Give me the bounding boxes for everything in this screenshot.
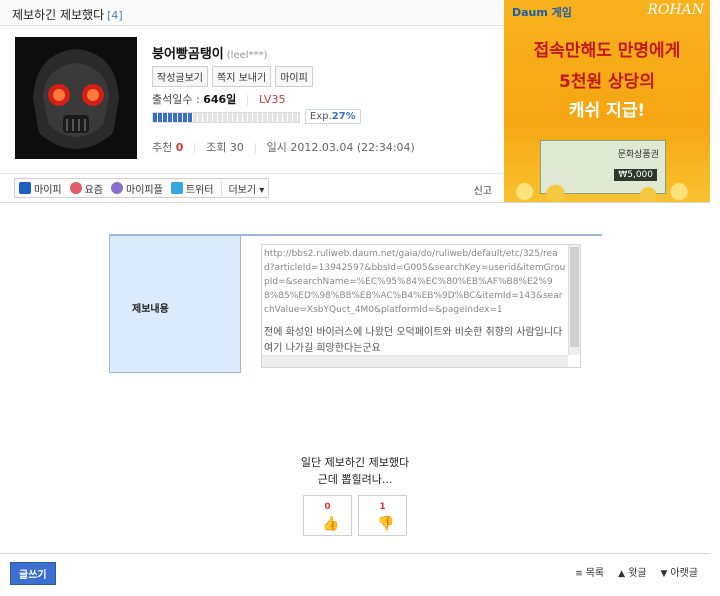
author-id: (leel***) <box>226 50 268 61</box>
horizontal-scrollbar[interactable] <box>262 355 568 367</box>
post-header: 제보하긴 제보했다 [4] 붕어빵곰탱이 (leel***) 작성글보기 쪽지 보내… <box>0 0 504 202</box>
level-badge: LV35 <box>259 93 286 106</box>
ad-line1: 접속만해도 만명에게 <box>533 41 681 61</box>
body-line: 일단 제보하긴 제보했다 <box>300 456 410 469</box>
next-post-button[interactable]: ▼ 아랫글 <box>660 564 698 579</box>
report-content-box[interactable]: http://bbs2.ruliweb.daum.net/gaia/do/rul… <box>261 244 581 368</box>
report-text: 전에 화성인 바이러스에 나왔던 오덕페이트와 비슷한 취향의 사람입니다 여기… <box>264 327 563 354</box>
recommend-count: 0 <box>175 141 184 154</box>
share-box: 마이피 요즘 마이피플 트위터 더보기 ▾ <box>14 178 270 198</box>
thumbs-down-icon: 👎 <box>377 516 395 532</box>
share-mypeople[interactable]: 마이피플 <box>111 181 163 196</box>
view-count: 30 <box>229 141 244 154</box>
ad-line3: 캐쉬 지급! <box>568 101 646 121</box>
thumbs-up-icon: 👍 <box>322 516 340 532</box>
ad-banner[interactable]: Daum 게임 ROHAN 접속만해도 만명에게 5천원 상당의 캐쉬 지급! … <box>504 0 710 202</box>
vote-buttons: 0 👍 1 👎 <box>303 495 407 536</box>
report-link[interactable]: 신고 <box>474 182 492 197</box>
post-footer: 글쓰기 ≡ 목록 ▲ 윗글 ▼ 아랫글 <box>0 553 710 586</box>
title-bar: 제보하긴 제보했다 [4] <box>0 0 504 26</box>
divider: | <box>192 141 197 154</box>
ad-line2: 5천원 상당의 <box>559 72 655 92</box>
share-twitter[interactable]: 트위터 <box>170 181 213 196</box>
downvote-button[interactable]: 1 👎 <box>358 495 407 536</box>
upvote-button[interactable]: 0 👍 <box>303 495 352 536</box>
arrow-up-icon: ▲ <box>618 569 626 579</box>
send-message-button[interactable]: 쪽지 보내기 <box>212 66 272 87</box>
avatar[interactable] <box>15 37 137 159</box>
attendance-value: 646일 <box>203 93 237 106</box>
vertical-scrollbar[interactable] <box>568 245 580 355</box>
rohan-logo: ROHAN <box>647 2 704 18</box>
attendance: 출석일수 : 646일 | LV35 <box>152 93 286 106</box>
post-navigation: ≡ 목록 ▲ 윗글 ▼ 아랫글 <box>575 564 698 579</box>
divider: | <box>245 93 250 106</box>
report-label-cell: 제보내용 <box>109 236 241 373</box>
share-mypi[interactable]: 마이피 <box>19 181 62 196</box>
share-yozm[interactable]: 요즘 <box>69 181 103 196</box>
comment-count[interactable]: [4] <box>107 9 123 22</box>
list-button[interactable]: ≡ 목록 <box>575 564 604 579</box>
twitter-icon <box>170 182 183 194</box>
report-table: 제보내용 http://bbs2.ruliweb.daum.net/gaia/d… <box>109 234 602 373</box>
chevron-down-icon: ▾ <box>259 184 265 196</box>
exp-label: Exp.27% <box>305 109 361 124</box>
coins-image <box>504 176 710 202</box>
write-button[interactable]: 글쓰기 <box>10 562 56 585</box>
daum-game-logo: Daum 게임 <box>512 6 572 19</box>
prev-post-button[interactable]: ▲ 윗글 <box>618 564 646 579</box>
list-icon: ≡ <box>575 569 583 579</box>
mypi-button[interactable]: 마이피 <box>275 66 313 87</box>
scroll-thumb[interactable] <box>570 247 579 347</box>
author-actions: 작성글보기 쪽지 보내기 마이피 <box>152 66 313 87</box>
arrow-down-icon: ▼ <box>660 569 668 579</box>
report-url[interactable]: http://bbs2.ruliweb.daum.net/gaia/do/rul… <box>264 247 566 317</box>
cube-icon <box>19 182 31 194</box>
view-posts-button[interactable]: 작성글보기 <box>152 66 208 87</box>
share-bar: 마이피 요즘 마이피플 트위터 더보기 ▾ 신고 <box>0 173 504 201</box>
upvote-count: 0 <box>324 502 331 512</box>
author-nickname[interactable]: 붕어빵곰탱이 (leel***) <box>152 43 267 62</box>
face-icon <box>69 182 82 194</box>
people-icon <box>111 182 124 194</box>
body-line: 근데 뽑힐려나... <box>317 473 393 486</box>
divider: | <box>253 141 258 154</box>
header-divider <box>0 202 710 203</box>
masked-soldier-image <box>15 37 137 159</box>
post-meta: 추천 0 | 조회 30 | 일시 2012.03.04 (22:34:04) <box>152 141 415 154</box>
exp-progress-bar <box>152 112 300 123</box>
more-dropdown[interactable]: 더보기 ▾ <box>221 180 265 196</box>
post-body: 일단 제보하긴 제보했다 근데 뽑힐려나... <box>0 454 710 488</box>
post-title: 제보하긴 제보했다 [4] <box>12 8 123 22</box>
post-date: 2012.03.04 (22:34:04) <box>290 141 415 154</box>
downvote-count: 1 <box>379 502 386 512</box>
exp-progress-fill <box>153 113 193 122</box>
